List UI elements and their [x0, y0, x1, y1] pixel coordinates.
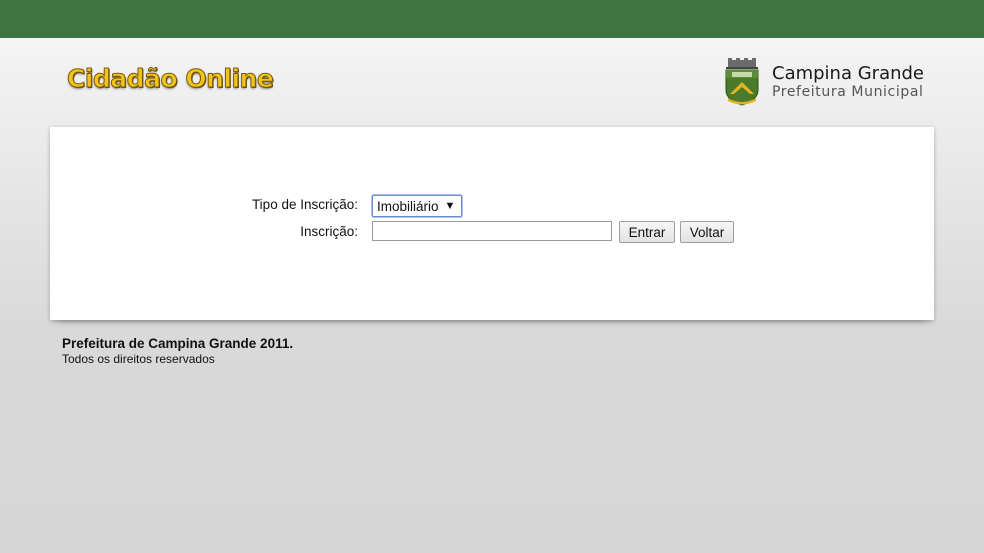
entrar-button[interactable]: Entrar	[619, 221, 675, 243]
tipo-inscricao-selected: Imobiliário	[377, 198, 439, 214]
footer-title: Prefeitura de Campina Grande 2011.	[62, 336, 294, 351]
brand-subtitle: Prefeitura Municipal	[772, 84, 924, 100]
login-panel: Tipo de Inscrição: Imobiliário ▼ Inscriç…	[50, 127, 934, 320]
footer-subtitle: Todos os direitos reservados	[62, 352, 215, 366]
site-title[interactable]: Cidadão Online	[66, 66, 274, 92]
brand-name: Campina Grande	[772, 63, 925, 84]
city-crest-icon	[725, 58, 759, 106]
brand-logo[interactable]: Campina Grande Prefeitura Municipal	[722, 58, 924, 106]
tipo-inscricao-select[interactable]: Imobiliário ▼	[372, 195, 463, 217]
inscricao-label: Inscrição:	[300, 224, 358, 239]
top-bar	[0, 0, 984, 38]
voltar-button[interactable]: Voltar	[680, 221, 734, 243]
dropdown-arrow-icon: ▼	[444, 200, 456, 212]
inscricao-input[interactable]	[372, 221, 612, 241]
tipo-inscricao-label: Tipo de Inscrição:	[251, 197, 358, 212]
